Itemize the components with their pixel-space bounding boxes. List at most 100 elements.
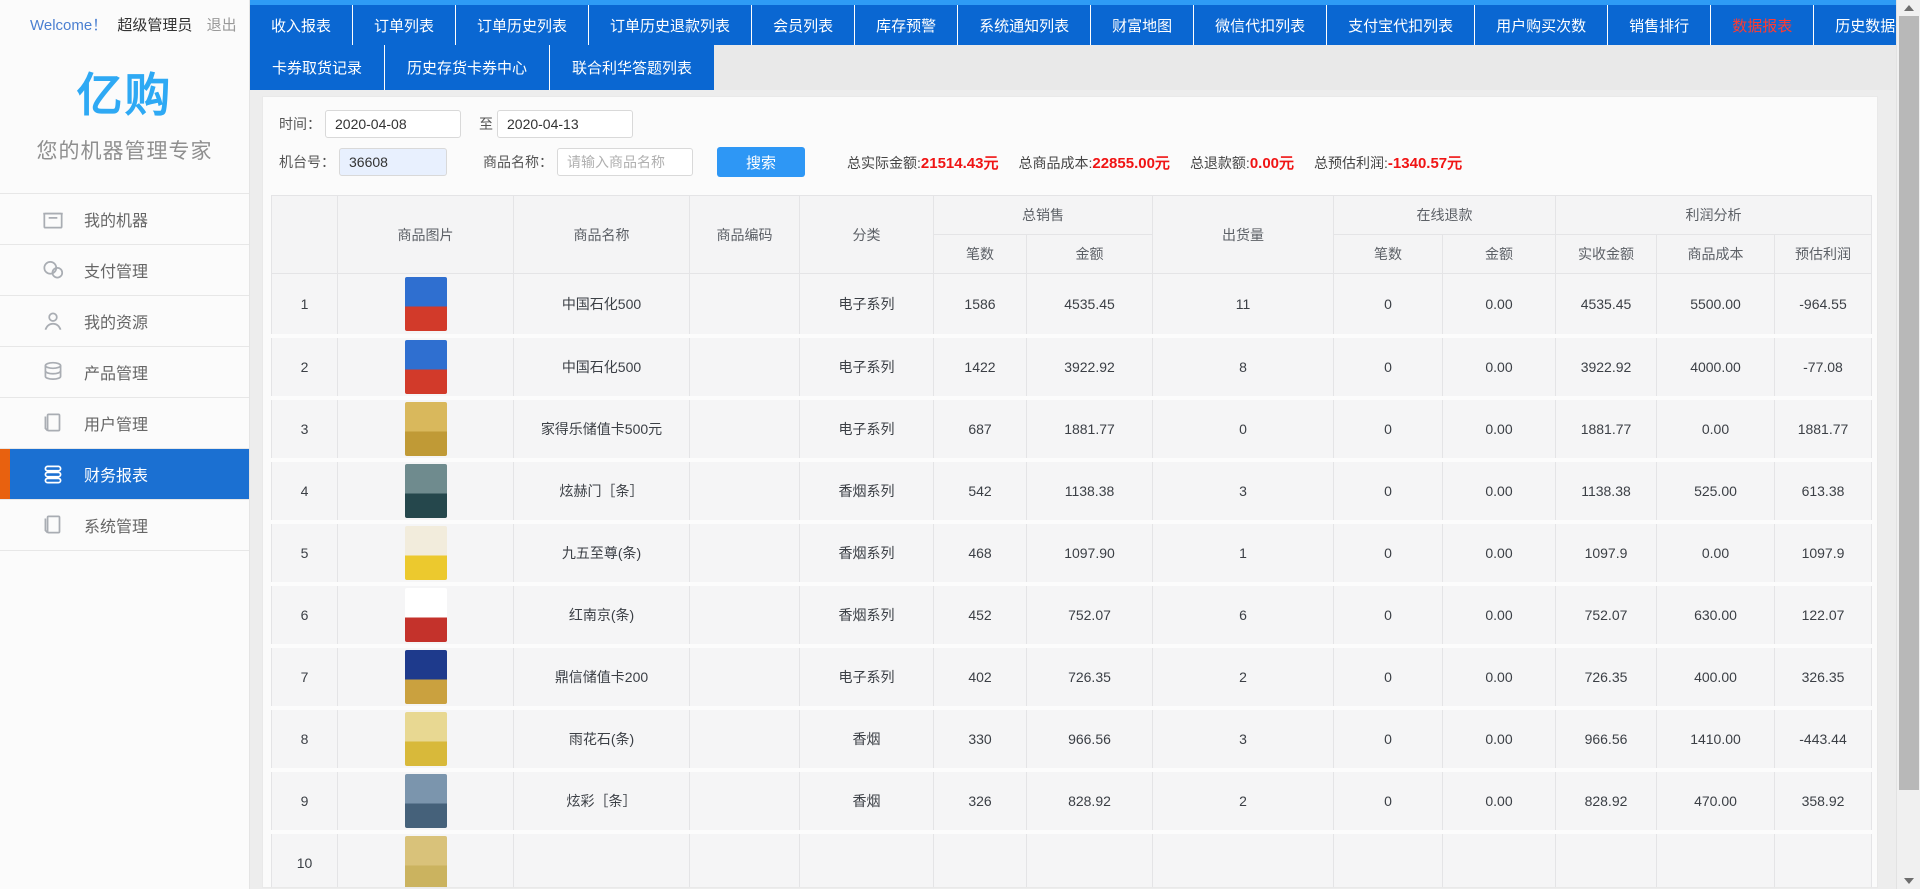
- col-group-total-sales: 总销售: [934, 196, 1153, 235]
- sub-nav-item-联合利华答题列表[interactable]: 联合利华答题列表: [549, 45, 714, 90]
- product-image-cell: [338, 832, 514, 889]
- cell-sales_amount: 726.35: [1027, 646, 1153, 708]
- top-nav-item-历史数据报表[interactable]: 历史数据报表: [1813, 5, 1896, 45]
- vertical-scrollbar[interactable]: [1896, 0, 1920, 889]
- sub-nav-item-卡券取货记录[interactable]: 卡券取货记录: [250, 45, 384, 90]
- top-nav-item-订单历史列表[interactable]: 订单历史列表: [455, 5, 588, 45]
- cell-refund_amount: 0.00: [1443, 646, 1556, 708]
- date-from-input[interactable]: [325, 110, 461, 138]
- sidebar-item-系统管理[interactable]: 系统管理: [0, 500, 249, 551]
- report-card: 时间： 至 机台号： 商品名称： 搜索 总实际金额:21514.43元总商品成本: [262, 96, 1878, 888]
- cell-cost: 525.00: [1657, 460, 1775, 522]
- logout-link[interactable]: 退出: [207, 17, 237, 34]
- cell-ship: 11: [1153, 274, 1334, 336]
- sidebar-item-支付管理[interactable]: 支付管理: [0, 245, 249, 296]
- product-image: [405, 836, 447, 888]
- sidebar-item-我的资源[interactable]: 我的资源: [0, 296, 249, 347]
- col-group-online-refund: 在线退款: [1334, 196, 1556, 235]
- top-nav-item-支付宝代扣列表[interactable]: 支付宝代扣列表: [1326, 5, 1474, 45]
- cell-idx: 3: [272, 398, 338, 460]
- scroll-down-arrow-icon[interactable]: [1897, 873, 1920, 889]
- top-nav-item-数据报表[interactable]: 数据报表: [1710, 5, 1813, 45]
- sub-nav-item-历史存货卡券中心[interactable]: 历史存货卡券中心: [384, 45, 549, 90]
- product-image-cell: [338, 522, 514, 584]
- cell-cost: 0.00: [1657, 398, 1775, 460]
- product-image-cell: [338, 460, 514, 522]
- table-row: 6红南京(条)香烟系列452752.07600.00752.07630.0012…: [272, 584, 1872, 646]
- table-row: 8雨花石(条)香烟330966.56300.00966.561410.00-44…: [272, 708, 1872, 770]
- cell-name: 炫赫门［条］: [514, 460, 690, 522]
- top-nav-item-微信代扣列表[interactable]: 微信代扣列表: [1193, 5, 1326, 45]
- sidebar-item-label: 我的机器: [84, 207, 148, 231]
- col-sales-amount: 金额: [1027, 235, 1153, 274]
- top-nav-item-系统通知列表[interactable]: 系统通知列表: [957, 5, 1090, 45]
- cell-idx: 6: [272, 584, 338, 646]
- col-shipments: 出货量: [1153, 196, 1334, 274]
- product-image-cell: [338, 398, 514, 460]
- sidebar-item-label: 系统管理: [84, 513, 148, 537]
- top-nav-item-财富地图[interactable]: 财富地图: [1090, 5, 1193, 45]
- scrollbar-thumb[interactable]: [1899, 16, 1919, 790]
- sidebar-item-产品管理[interactable]: 产品管理: [0, 347, 249, 398]
- cell-code: [690, 336, 800, 398]
- top-nav-item-销售排行[interactable]: 销售排行: [1607, 5, 1710, 45]
- top-nav-item-库存预警[interactable]: 库存预警: [854, 5, 957, 45]
- app-logo: 亿购: [0, 59, 249, 125]
- payment-icon: [40, 257, 66, 283]
- sidebar-item-我的机器[interactable]: 我的机器: [0, 194, 249, 245]
- cell-category: 香烟系列: [800, 584, 934, 646]
- cell-name: 家得乐储值卡500元: [514, 398, 690, 460]
- cell-ship: 3: [1153, 460, 1334, 522]
- cell-received: 1097.9: [1556, 522, 1657, 584]
- search-button[interactable]: 搜索: [717, 147, 805, 177]
- cell-category: 香烟: [800, 708, 934, 770]
- content: 时间： 至 机台号： 商品名称： 搜索 总实际金额:21514.43元总商品成本: [250, 90, 1896, 889]
- top-nav-item-订单历史退款列表[interactable]: 订单历史退款列表: [588, 5, 751, 45]
- cell-code: [690, 770, 800, 832]
- top-nav-item-订单列表[interactable]: 订单列表: [352, 5, 455, 45]
- cell-ship: 1: [1153, 522, 1334, 584]
- cell-received: 726.35: [1556, 646, 1657, 708]
- cell-profit: [1775, 832, 1872, 889]
- cell-received: 752.07: [1556, 584, 1657, 646]
- cell-code: [690, 522, 800, 584]
- col-index: [272, 196, 338, 274]
- cell-category: 香烟: [800, 770, 934, 832]
- scroll-up-arrow-icon[interactable]: [1897, 0, 1920, 16]
- sidebar-menu: 我的机器支付管理我的资源产品管理用户管理财务报表系统管理: [0, 193, 249, 551]
- sidebar-item-用户管理[interactable]: 用户管理: [0, 398, 249, 449]
- date-to-input[interactable]: [497, 110, 633, 138]
- col-est-profit: 预估利润: [1775, 235, 1872, 274]
- cell-code: [690, 832, 800, 889]
- cell-sales_amount: 966.56: [1027, 708, 1153, 770]
- top-nav-item-收入报表[interactable]: 收入报表: [250, 5, 352, 45]
- col-product-code: 商品编码: [690, 196, 800, 274]
- summary-value: 22855.00元: [1092, 155, 1170, 172]
- summary-item: 总预估利润:-1340.57元: [1314, 152, 1462, 173]
- top-nav-item-用户购买次数[interactable]: 用户购买次数: [1474, 5, 1607, 45]
- cell-received: 1881.77: [1556, 398, 1657, 460]
- cell-sales_count: 1422: [934, 336, 1027, 398]
- cell-idx: 10: [272, 832, 338, 889]
- cell-idx: 2: [272, 336, 338, 398]
- top-nav-item-会员列表[interactable]: 会员列表: [751, 5, 854, 45]
- table-row: 9炫彩［条］香烟326828.92200.00828.92470.00358.9…: [272, 770, 1872, 832]
- cell-profit: 358.92: [1775, 770, 1872, 832]
- cell-sales_count: 542: [934, 460, 1027, 522]
- table-row: 3家得乐储值卡500元电子系列6871881.77000.001881.770.…: [272, 398, 1872, 460]
- product-image-cell: [338, 584, 514, 646]
- product-name-input[interactable]: [557, 148, 693, 176]
- cell-refund_count: 0: [1334, 336, 1443, 398]
- cell-sales_amount: 4535.45: [1027, 274, 1153, 336]
- sidebar-item-label: 我的资源: [84, 309, 148, 333]
- cell-refund_count: 0: [1334, 646, 1443, 708]
- document-icon: [40, 512, 66, 538]
- machine-id-input[interactable]: [339, 148, 447, 176]
- cell-code: [690, 584, 800, 646]
- cell-sales_count: 687: [934, 398, 1027, 460]
- sidebar-item-财务报表[interactable]: 财务报表: [0, 449, 249, 500]
- summary-label: 总退款额:: [1190, 155, 1250, 171]
- cell-profit: -443.44: [1775, 708, 1872, 770]
- cell-code: [690, 398, 800, 460]
- summary-item: 总商品成本:22855.00元: [1018, 152, 1169, 173]
